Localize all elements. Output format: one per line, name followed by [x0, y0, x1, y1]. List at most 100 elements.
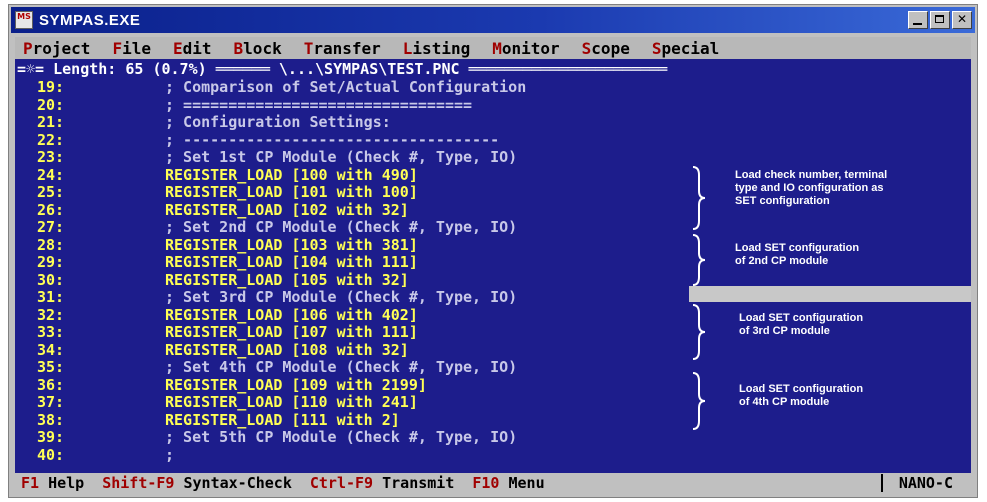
code-statement: REGISTER_LOAD [105 with 32] — [165, 270, 409, 289]
function-key-label[interactable]: Help — [39, 474, 84, 492]
maximize-button[interactable] — [930, 11, 950, 29]
annotation-1: Load check number, terminal type and IO … — [735, 169, 887, 208]
code-line[interactable]: 20: ; ================================ — [15, 95, 971, 115]
annotation-line: SET configuration — [735, 195, 830, 207]
menu-hotkey: L — [402, 38, 413, 58]
close-button[interactable]: ✕ — [952, 11, 972, 29]
code-line[interactable]: 21: ; Configuration Settings: — [15, 113, 971, 132]
code-comment: ; — [165, 445, 175, 464]
line-number: 31: — [37, 288, 65, 306]
window-controls: ✕ — [908, 11, 972, 29]
code-statement: REGISTER_LOAD [106 with 402] — [165, 305, 418, 324]
function-key-label[interactable]: Transmit — [373, 474, 454, 492]
line-number: 26: — [37, 200, 65, 219]
line-number: 21: — [37, 113, 65, 131]
menu-label: dit — [182, 38, 212, 58]
line-number: 33: — [37, 323, 65, 341]
line-number: 23: — [37, 148, 65, 166]
code-comment: ; Comparison of Set/Actual Configuration — [165, 78, 527, 96]
code-comment: ; Set 1st CP Module (Check #, Type, IO) — [165, 148, 518, 166]
menu-label: lock — [243, 38, 282, 58]
annotation-line: Load SET configuration — [739, 383, 864, 395]
code-line[interactable]: 19: ; Comparison of Set/Actual Configurat… — [15, 78, 971, 97]
line-number: 40: — [37, 445, 65, 464]
function-key[interactable]: F10 — [472, 474, 499, 492]
menu-item[interactable]: File — [112, 39, 151, 58]
line-number: 22: — [37, 130, 65, 149]
code-line[interactable]: 38: REGISTER_LOAD [111 with 2] — [15, 410, 971, 430]
menu-item[interactable]: Scope — [582, 39, 630, 58]
editor-screen: Project File Edit Block Transfer Listing Monit… — [15, 37, 971, 493]
code-line[interactable]: 27: ; Set 2nd CP Module (Check #, Type, I… — [15, 218, 971, 237]
menu-item[interactable]: Listing — [403, 39, 470, 58]
annotation-3: Load SET configuration of 3rd CP module — [739, 312, 863, 338]
menu-label: isting — [412, 38, 471, 58]
code-line[interactable]: 39: ; Set 5th CP Module (Check #, Type, I… — [15, 428, 971, 447]
line-number: 27: — [37, 218, 65, 236]
annotation-4: Load SET configuration of 4th CP module — [739, 383, 863, 409]
brace-icon — [692, 234, 706, 286]
code-comment: ; ----------------------------------- — [165, 130, 500, 149]
menu-item[interactable]: Block — [234, 39, 282, 58]
menu-hotkey: M — [492, 38, 502, 58]
line-number: 38: — [37, 410, 65, 429]
menu-label: onitor — [501, 38, 560, 58]
close-icon: ✕ — [956, 12, 968, 26]
menu-hotkey: S — [581, 38, 592, 58]
title-bar[interactable]: MS SYMPAS.EXE ✕ — [11, 7, 975, 33]
function-key[interactable]: F1 — [21, 474, 39, 492]
function-key-label[interactable]: Menu — [499, 474, 544, 492]
gray-highlight-bar — [689, 286, 971, 302]
menu-hotkey: T — [303, 38, 314, 58]
code-comment: ; Set 4th CP Module (Check #, Type, IO) — [165, 358, 518, 376]
annotation-line: of 3rd CP module — [739, 325, 830, 337]
menu-label: ransfer — [313, 38, 381, 58]
code-statement: REGISTER_LOAD [100 with 490] — [165, 165, 418, 184]
code-comment: ; Set 3rd CP Module (Check #, Type, IO) — [165, 288, 518, 306]
line-number: 24: — [37, 165, 65, 184]
app-icon[interactable]: MS — [15, 11, 33, 29]
menu-item[interactable]: Monitor — [492, 39, 559, 58]
menu-label: ile — [122, 38, 151, 58]
line-number: 30: — [37, 270, 65, 289]
line-number: 20: — [37, 95, 65, 114]
model-indicator: NANO-C — [880, 474, 971, 492]
code-line[interactable]: 23: ; Set 1st CP Module (Check #, Type, I… — [15, 148, 971, 167]
annotation-line: Load check number, terminal — [735, 169, 888, 181]
line-number: 37: — [37, 393, 65, 411]
code-statement: REGISTER_LOAD [110 with 241] — [165, 393, 418, 411]
brace-icon — [692, 166, 706, 230]
brace-icon — [692, 372, 706, 430]
annotation-2: Load SET configuration of 2nd CP module — [735, 242, 859, 268]
menu-hotkey: P — [23, 38, 33, 58]
code-statement: REGISTER_LOAD [102 with 32] — [165, 200, 409, 219]
line-number: 29: — [37, 253, 65, 271]
function-key-label[interactable]: Syntax-Check — [174, 474, 291, 492]
menu-item[interactable]: Transfer — [304, 39, 381, 58]
minimize-button[interactable] — [908, 11, 928, 29]
code-statement: REGISTER_LOAD [101 with 100] — [165, 183, 418, 201]
code-statement: REGISTER_LOAD [108 with 32] — [165, 340, 409, 359]
line-number: 34: — [37, 340, 65, 359]
line-number: 36: — [37, 375, 65, 394]
function-key[interactable]: Ctrl-F9 — [310, 474, 373, 492]
code-line[interactable]: 40:; — [15, 445, 971, 465]
code-line[interactable]: 35: ; Set 4th CP Module (Check #, Type, I… — [15, 358, 971, 377]
menu-label: roject — [32, 38, 91, 58]
menu-item[interactable]: Special — [652, 39, 719, 58]
function-key[interactable]: Shift-F9 — [102, 474, 174, 492]
code-line[interactable]: 22: ; ----------------------------------- — [15, 130, 971, 150]
annotation-line: Load SET configuration — [735, 242, 860, 254]
code-line[interactable]: 34: REGISTER_LOAD [108 with 32] — [15, 340, 971, 360]
model-indicator-wrap: NANO-C — [880, 474, 971, 492]
code-comment: ; Set 2nd CP Module (Check #, Type, IO) — [165, 218, 518, 236]
code-statement: REGISTER_LOAD [104 with 111] — [165, 253, 418, 271]
line-number: 39: — [37, 428, 65, 446]
code-statement: REGISTER_LOAD [109 with 2199] — [165, 375, 427, 394]
window-title: SYMPAS.EXE — [39, 11, 141, 29]
menu-hotkey: E — [172, 38, 183, 58]
menu-item[interactable]: Edit — [173, 39, 212, 58]
annotation-line: Load SET configuration — [739, 312, 864, 324]
menu-item[interactable]: Project — [23, 39, 90, 58]
annotation-line: of 4th CP module — [739, 396, 830, 408]
